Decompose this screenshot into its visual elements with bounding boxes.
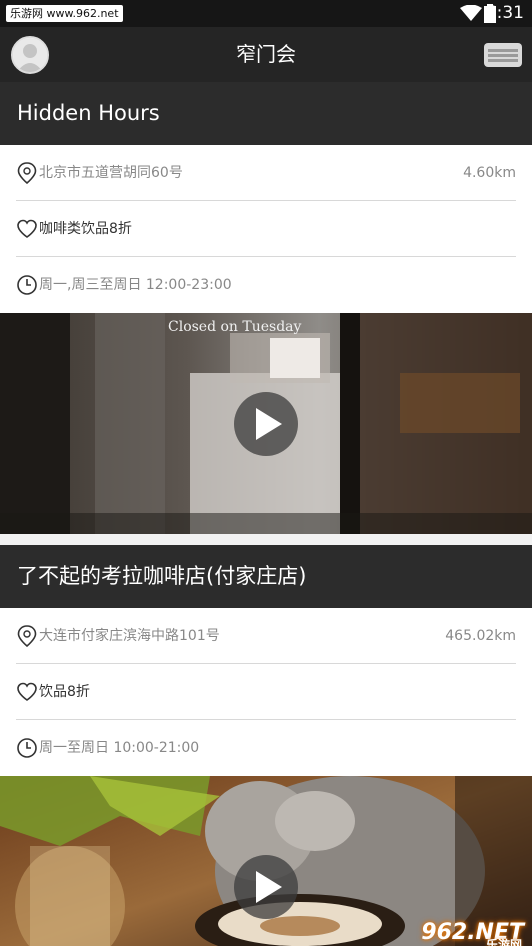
wifi-icon: [460, 5, 482, 21]
shop-address: 北京市五道营胡同60号: [39, 165, 183, 181]
shop-video[interactable]: Closed on Tuesday: [0, 313, 532, 534]
shop-video[interactable]: 962.NET 乐游网: [0, 776, 532, 946]
shop-hours-row: 周一,周三至周日 12:00-23:00: [16, 257, 516, 313]
shop-discount: 饮品8折: [39, 684, 90, 700]
app-header: 窄门会: [0, 27, 532, 82]
clock-icon: [17, 738, 37, 758]
shop-discount: 咖啡类饮品8折: [39, 221, 132, 237]
shop-name: 了不起的考拉咖啡店(付家庄店): [0, 545, 532, 608]
location-pin-icon: [17, 625, 37, 647]
shop-address-row[interactable]: 北京市五道营胡同60号 4.60km: [16, 145, 516, 201]
shop-hours: 周一至周日 10:00-21:00: [39, 740, 200, 756]
location-pin-icon: [17, 162, 37, 184]
clock-icon: [17, 275, 37, 295]
shop-discount-row: 饮品8折: [16, 664, 516, 720]
shop-card[interactable]: 了不起的考拉咖啡店(付家庄店) 大连市付家庄滨海中路101号 465.02km …: [0, 545, 532, 946]
watermark-sub: 乐游网: [485, 938, 522, 946]
shop-distance: 465.02km: [445, 628, 516, 644]
page-title: 窄门会: [236, 42, 296, 66]
play-icon[interactable]: [234, 855, 298, 919]
menu-icon[interactable]: [484, 43, 522, 67]
shop-card[interactable]: Hidden Hours 北京市五道营胡同60号 4.60km 咖啡类饮品8折 …: [0, 82, 532, 534]
heart-icon: [17, 219, 37, 238]
status-time: 5:31: [485, 3, 524, 23]
shop-hours: 周一,周三至周日 12:00-23:00: [39, 277, 232, 293]
carrier-badge: 乐游网 www.962.net: [6, 5, 123, 22]
shop-name: Hidden Hours: [0, 82, 532, 145]
video-caption: Closed on Tuesday: [168, 319, 302, 335]
shop-discount-row: 咖啡类饮品8折: [16, 201, 516, 257]
shop-address: 大连市付家庄滨海中路101号: [39, 628, 220, 644]
heart-icon: [17, 682, 37, 701]
status-bar: 乐游网 www.962.net 5:31: [0, 0, 532, 27]
shop-hours-row: 周一至周日 10:00-21:00: [16, 720, 516, 776]
shop-address-row[interactable]: 大连市付家庄滨海中路101号 465.02km: [16, 608, 516, 664]
shop-distance: 4.60km: [463, 165, 516, 181]
play-icon[interactable]: [234, 392, 298, 456]
